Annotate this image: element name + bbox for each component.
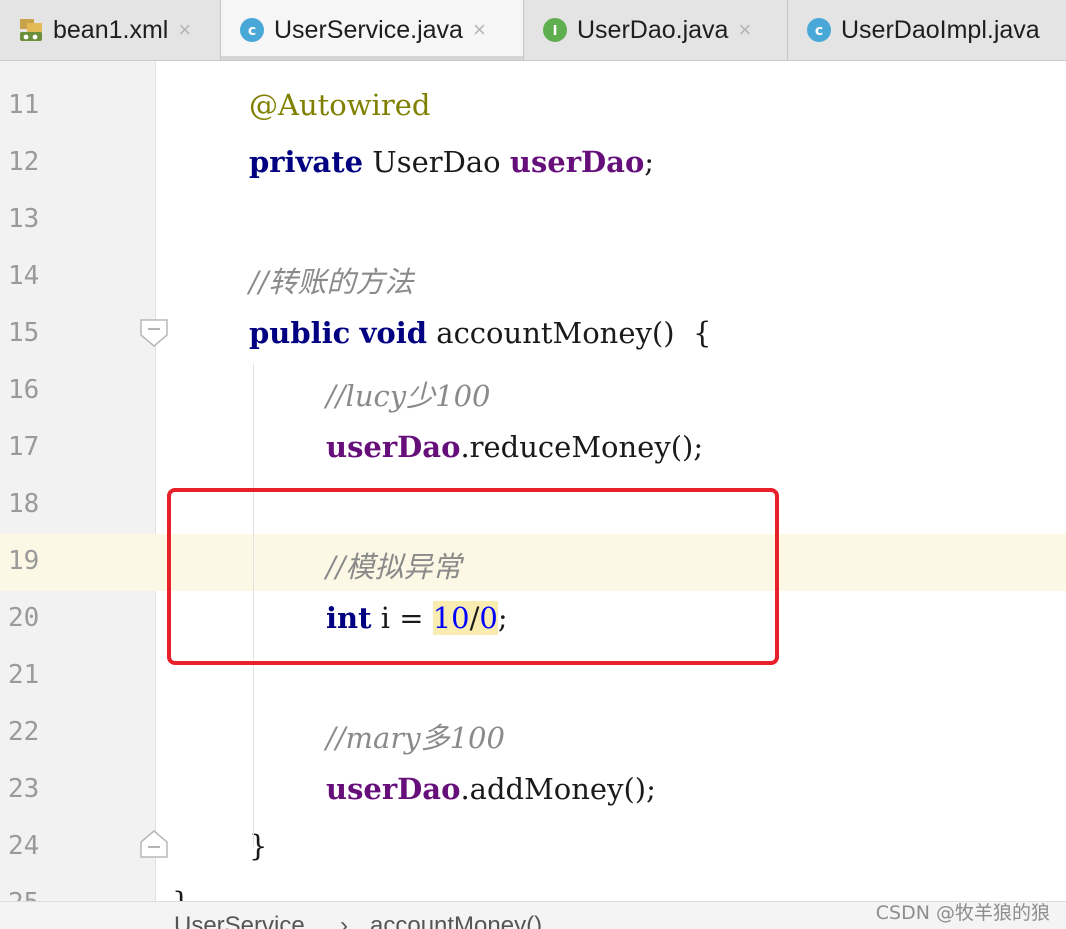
xml-file-icon — [20, 19, 42, 41]
interface-icon-letter: I — [553, 24, 558, 39]
method-call: .addMoney(); — [460, 772, 656, 806]
breadcrumb-method[interactable]: accountMoney() — [370, 912, 542, 929]
editor-tab-bar: bean1.xml × c UserService.java × I UserD… — [0, 0, 1066, 61]
code-line-22: 22 //mary多100 — [0, 705, 1066, 762]
fold-collapse-icon[interactable] — [138, 318, 170, 348]
comment: //转账的方法 — [249, 265, 414, 299]
keyword-void: void — [359, 316, 428, 350]
field-name: userDao — [326, 430, 461, 464]
type-name: UserDao — [363, 145, 510, 179]
tab-userdao-java[interactable]: I UserDao.java × — [524, 0, 788, 60]
close-icon[interactable]: × — [473, 17, 486, 43]
tab-userdaoimpl-java[interactable]: c UserDaoImpl.java — [788, 0, 1066, 60]
line-number: 14 — [8, 261, 40, 291]
code-line-17: 17 userDao.reduceMoney(); — [0, 420, 1066, 477]
line-number: 17 — [8, 432, 40, 462]
line-number: 23 — [8, 774, 40, 804]
code-line-13: 13 — [0, 192, 1066, 249]
semicolon: ; — [644, 145, 655, 179]
closing-brace: } — [172, 886, 190, 901]
close-icon[interactable]: × — [178, 17, 191, 43]
tab-label: bean1.xml — [53, 15, 169, 44]
code-line-23: 23 userDao.addMoney(); — [0, 762, 1066, 819]
comment: //lucy少100 — [326, 379, 491, 413]
watermark: CSDN @牧羊狼的狼 — [875, 902, 1050, 924]
line-number: 11 — [8, 90, 40, 120]
line-number: 22 — [8, 717, 40, 747]
highlight-box — [167, 488, 779, 665]
code-line-14: 14 //转账的方法 — [0, 249, 1066, 306]
class-icon-letter: c — [248, 23, 256, 39]
java-class-icon: c — [240, 18, 264, 42]
line-number: 12 — [8, 147, 40, 177]
code-editor[interactable]: 11 @Autowired 12 private UserDao userDao… — [0, 61, 1066, 901]
comment: //mary多100 — [326, 721, 505, 755]
class-icon-letter: c — [815, 23, 823, 39]
fold-end-icon[interactable] — [138, 829, 170, 859]
line-number: 16 — [8, 375, 40, 405]
closing-brace: } — [249, 829, 268, 863]
code-line-12: 12 private UserDao userDao; — [0, 135, 1066, 192]
line-number: 25 — [8, 888, 68, 901]
code-line-11: 11 @Autowired — [0, 78, 1066, 135]
tab-label: UserDaoImpl.java — [841, 15, 1040, 44]
breadcrumb-separator: › — [340, 912, 348, 929]
line-number: 15 — [8, 318, 40, 348]
line-number: 20 — [8, 603, 40, 633]
method-call: .reduceMoney(); — [460, 430, 704, 464]
line-number: 18 — [8, 489, 40, 519]
tab-label: UserService.java — [274, 15, 463, 44]
method-signature: accountMoney() { — [427, 316, 712, 350]
java-class-icon: c — [807, 18, 831, 42]
annotation: @Autowired — [249, 88, 431, 122]
tab-userservice-java[interactable]: c UserService.java × — [221, 0, 524, 60]
close-icon[interactable]: × — [738, 17, 751, 43]
line-number: 24 — [8, 831, 40, 861]
breadcrumb-class[interactable]: UserService — [174, 912, 305, 929]
line-number: 19 — [8, 546, 40, 576]
field-name: userDao — [326, 772, 461, 806]
line-number: 13 — [8, 204, 40, 234]
tab-bean1-xml[interactable]: bean1.xml × — [0, 0, 221, 60]
field-name: userDao — [509, 145, 645, 179]
keyword-public: public — [249, 316, 351, 350]
line-number: 21 — [8, 660, 40, 690]
keyword-private: private — [249, 145, 364, 179]
code-line-16: 16 //lucy少100 — [0, 363, 1066, 420]
tab-label: UserDao.java — [577, 15, 729, 44]
java-interface-icon: I — [543, 18, 567, 42]
